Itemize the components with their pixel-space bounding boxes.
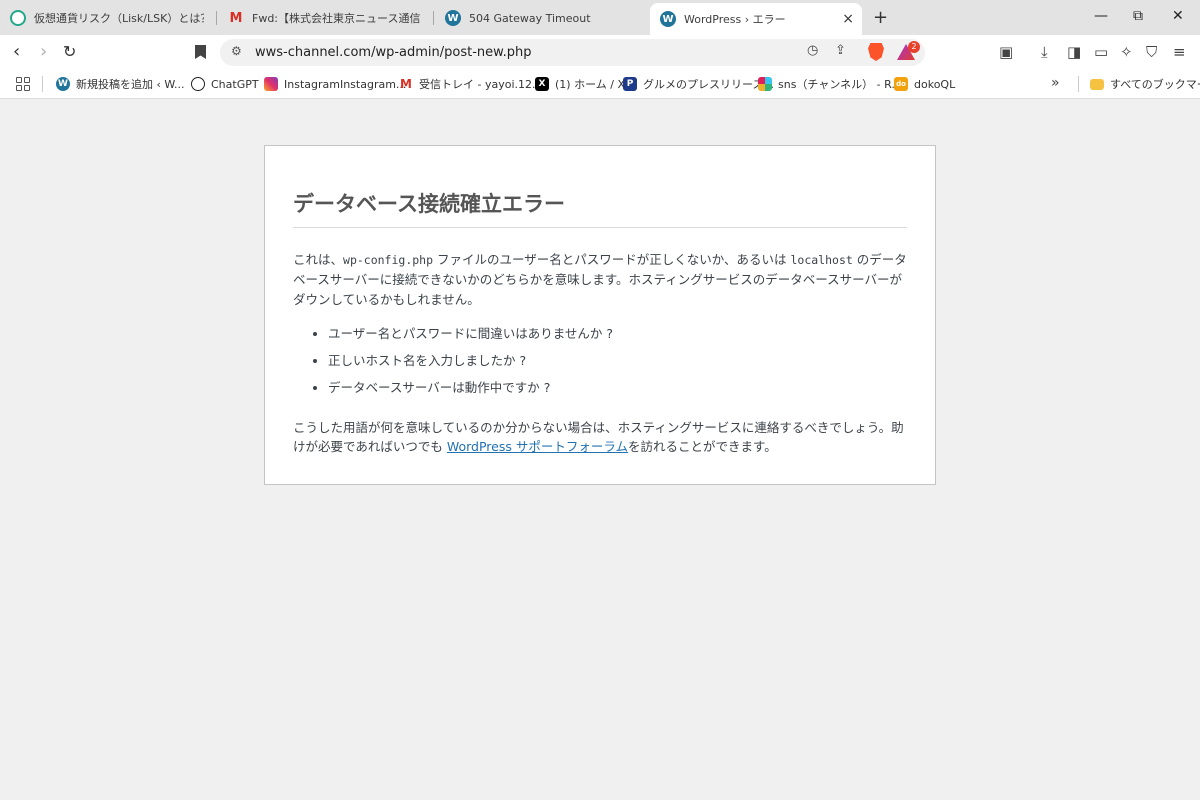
hostname-code: localhost [790,253,853,267]
sidebar-icon[interactable]: ◨ [1067,43,1081,61]
history-icon[interactable]: ◷ [807,43,818,58]
tab-divider [216,11,217,25]
back-button[interactable]: ‹ [13,41,20,62]
gmail-icon: M [400,77,412,91]
address-bar[interactable]: ⚙ wws-channel.com/wp-admin/post-new.php … [220,39,925,66]
bookmark-instagram[interactable]: InstagramInstagram... [264,76,406,92]
bookmark-wordpress-new-post[interactable]: W 新規投稿を追加 ‹ W... [56,76,185,92]
url-text[interactable]: wws-channel.com/wp-admin/post-new.php [255,45,531,60]
help-text-part: を訪れることができます。 [628,439,777,454]
tab-divider [433,11,434,25]
bookmark-chatgpt[interactable]: ChatGPT [191,76,259,92]
apps-icon[interactable] [16,77,30,91]
bookmarks-divider [1078,76,1079,92]
tab-strip: 仮想通貨リスク（Lisk/LSK）とは？特徴 M Fwd:【株式会社東京ニュース… [0,0,1200,35]
error-description: これは、wp-config.php ファイルのユーザー名とパスワードが正しくない… [293,250,907,310]
support-forum-link[interactable]: WordPress サポートフォーラム [447,439,628,454]
error-text: これは、 [293,252,344,267]
folder-icon [1090,78,1104,90]
bookmarks-bar: W 新規投稿を追加 ‹ W... ChatGPT InstagramInstag… [0,70,1200,99]
browser-toolbar: ‹ › ↻ ⚙ wws-channel.com/wp-admin/post-ne… [0,35,1200,70]
bookmark-label: 新規投稿を追加 ‹ W... [76,78,185,91]
leo-ai-icon[interactable]: ✧ [1120,43,1133,61]
bookmark-label: ChatGPT [211,77,259,91]
minimize-button[interactable]: — [1094,8,1108,24]
bookmark-x-home[interactable]: X (1) ホーム / X [535,76,625,92]
wordpress-icon: W [660,11,676,27]
config-filename: wp-config.php [343,253,434,267]
bookmark-slack-sns[interactable]: sns（チャンネル） - R... [758,76,902,92]
site-settings-icon[interactable]: ⚙ [231,44,242,58]
tab-gmail[interactable]: M Fwd:【株式会社東京ニュース通信社】「& [218,4,430,32]
help-text: こうした用語が何を意味しているのか分からない場合は、ホスティングサービスに連絡す… [293,418,907,456]
bookmark-label: sns（チャンネル） - R... [778,78,902,91]
tab-title: Fwd:【株式会社東京ニュース通信社】「& [252,12,420,25]
bookmark-gourmet-press[interactable]: P グルメのプレスリリース... [623,76,774,92]
bookmark-gmail-inbox[interactable]: M 受信トレイ - yayoi.12... [399,76,543,92]
share-icon[interactable]: ⇪ [835,43,846,58]
tab-lisk[interactable]: 仮想通貨リスク（Lisk/LSK）とは？特徴 [0,4,214,32]
close-tab-icon[interactable]: × [842,11,854,27]
bookmark-dokoql[interactable]: do dokoQL [894,76,955,92]
bookmarks-divider [42,76,43,92]
error-panel: データベース接続確立エラー これは、wp-config.php ファイルのユーザ… [264,145,936,485]
dokoql-icon: do [894,77,908,91]
checklist: ユーザー名とパスワードに間違いはありませんか ? 正しいホスト名を入力しましたか… [328,326,907,396]
tab-title: WordPress › エラー [684,13,786,26]
forward-button[interactable]: › [40,41,47,62]
wordpress-icon: W [445,10,461,26]
bookmark-icon[interactable] [195,45,206,59]
menu-icon[interactable]: ≡ [1173,43,1186,61]
bookmark-label: 受信トレイ - yayoi.12... [419,78,543,91]
chatgpt-icon [191,77,205,91]
vpn-icon[interactable]: ⛉ [1146,43,1157,61]
reload-button[interactable]: ↻ [63,42,76,61]
checklist-item: 正しいホスト名を入力しましたか ? [328,353,907,369]
new-tab-button[interactable]: + [873,7,888,28]
x-icon: X [535,77,549,91]
checklist-item: データベースサーバーは動作中ですか ? [328,380,907,396]
gmail-icon: M [229,10,243,26]
slack-icon [758,77,772,91]
restore-button[interactable]: ⧉ [1133,8,1143,24]
p-icon: P [623,77,637,91]
tab-title: 504 Gateway Timeout [469,11,591,25]
tab-search-icon[interactable]: ▣ [999,43,1013,61]
rewards-badge: 2 [908,41,920,53]
bookmark-label: dokoQL [914,77,956,91]
wordpress-icon: W [56,77,70,91]
chatgpt-green-icon [10,10,26,26]
bookmark-label: (1) ホーム / X [555,78,625,91]
bookmark-label: InstagramInstagram... [284,77,407,91]
wallet-icon[interactable]: ▭ [1094,43,1108,61]
error-title: データベース接続確立エラー [293,188,907,228]
bookmarks-overflow-button[interactable]: » [1051,75,1060,91]
tab-wordpress-error[interactable]: W WordPress › エラー × [650,3,862,35]
tab-title: 仮想通貨リスク（Lisk/LSK）とは？特徴 [34,12,204,25]
close-window-button[interactable]: ✕ [1172,8,1184,24]
error-text: ファイルのユーザー名とパスワードが正しくないか、あるいは [433,252,791,267]
download-icon[interactable]: ⤓ [1041,43,1048,61]
tab-gateway-timeout[interactable]: W 504 Gateway Timeout [435,4,645,32]
bookmark-label: グルメのプレスリリース... [643,78,774,91]
checklist-item: ユーザー名とパスワードに間違いはありませんか ? [328,326,907,342]
all-bookmarks-folder[interactable]: すべてのブックマーク [1090,76,1200,92]
brave-shields-icon[interactable] [868,43,884,61]
instagram-icon [264,77,278,91]
bookmark-label: すべてのブックマーク [1110,78,1200,91]
